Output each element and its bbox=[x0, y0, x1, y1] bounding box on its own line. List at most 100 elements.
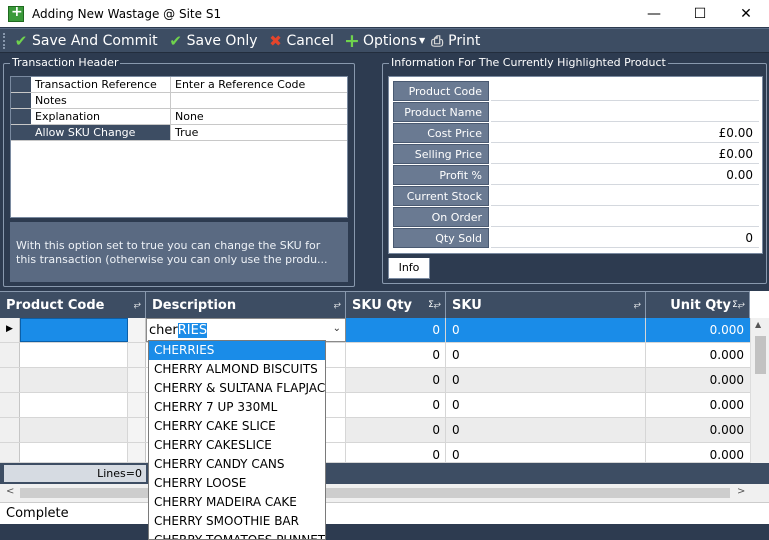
chevron-down-icon[interactable]: ▼ bbox=[419, 36, 425, 45]
scrollbar-thumb[interactable] bbox=[20, 488, 730, 498]
options-label: Options bbox=[362, 32, 417, 49]
info-label: Profit % bbox=[393, 165, 489, 185]
selling-price-value: £0.00 bbox=[491, 144, 759, 164]
info-row: Product Code bbox=[393, 81, 759, 101]
explanation-field[interactable]: None bbox=[171, 109, 347, 124]
product-name-value bbox=[491, 102, 759, 122]
property-row[interactable]: Explanation None bbox=[11, 109, 347, 125]
options-button[interactable]: + Options bbox=[343, 29, 417, 52]
profit-value: 0.00 bbox=[491, 165, 759, 185]
info-row: Cost Price £0.00 bbox=[393, 123, 759, 143]
unit-qty-cell[interactable]: 0.000 bbox=[646, 318, 750, 342]
list-item[interactable]: CHERRY LOOSE bbox=[149, 474, 325, 493]
list-item[interactable]: CHERRY ALMOND BISCUITS bbox=[149, 360, 325, 379]
property-row[interactable]: Transaction Reference Enter a Reference … bbox=[11, 77, 347, 93]
info-row: Profit % 0.00 bbox=[393, 165, 759, 185]
list-item[interactable]: CHERRY CANDY CANS bbox=[149, 455, 325, 474]
maximize-button[interactable]: ☐ bbox=[677, 0, 723, 27]
description-combo-input[interactable]: cher RIES ⌄ bbox=[146, 318, 346, 342]
minimize-button[interactable]: — bbox=[631, 0, 677, 27]
pin-icon[interactable]: ⥂ bbox=[134, 292, 141, 318]
info-label: Current Stock bbox=[393, 186, 489, 206]
vertical-scrollbar[interactable]: ▲ bbox=[750, 318, 769, 464]
list-item[interactable]: CHERRY 7 UP 330ML bbox=[149, 398, 325, 417]
check-icon: ✔ bbox=[14, 31, 28, 50]
chevron-down-icon[interactable]: ⌄ bbox=[333, 323, 341, 334]
tab-info[interactable]: Info bbox=[388, 258, 430, 279]
property-label: Allow SKU Change bbox=[31, 125, 171, 140]
table-row[interactable]: 0 0 0.000 bbox=[0, 393, 769, 418]
print-button[interactable]: ⎙ Print bbox=[429, 31, 481, 50]
scroll-right-icon[interactable]: > bbox=[737, 486, 745, 497]
column-header-product-code[interactable]: Product Code ⥂ bbox=[0, 291, 146, 318]
list-item[interactable]: CHERRY CAKESLICE bbox=[149, 436, 325, 455]
cancel-button[interactable]: ✖ Cancel bbox=[268, 32, 334, 50]
pin-icon[interactable]: ⥂ bbox=[334, 292, 341, 318]
scroll-left-icon[interactable]: < bbox=[6, 486, 14, 497]
transaction-header-title: Transaction Header bbox=[10, 56, 121, 69]
product-code-value bbox=[491, 81, 759, 101]
toolbar: ✔ Save And Commit ✔ Save Only ✖ Cancel +… bbox=[0, 28, 769, 53]
current-stock-value bbox=[491, 186, 759, 206]
autocomplete-text: RIES bbox=[177, 322, 208, 338]
list-item[interactable]: CHERRY MADEIRA CAKE bbox=[149, 493, 325, 512]
table-row[interactable]: 0 0 0.000 bbox=[0, 418, 769, 443]
sku-qty-cell[interactable]: 0 bbox=[346, 318, 446, 342]
info-row: Selling Price £0.00 bbox=[393, 144, 759, 164]
check-icon: ✔ bbox=[169, 31, 182, 50]
lines-count: Lines=0 bbox=[4, 465, 146, 482]
table-row[interactable]: 0 0 0.000 bbox=[0, 443, 769, 463]
scrollbar-thumb[interactable] bbox=[755, 336, 766, 374]
column-header-description[interactable]: Description ⥂ bbox=[146, 291, 346, 318]
property-label: Transaction Reference bbox=[31, 77, 171, 92]
horizontal-scrollbar[interactable]: < > bbox=[0, 484, 769, 502]
save-and-commit-button[interactable]: ✔ Save And Commit bbox=[13, 31, 158, 50]
title-bar: Adding New Wastage @ Site S1 — ☐ ✕ bbox=[0, 0, 769, 27]
close-button[interactable]: ✕ bbox=[723, 0, 769, 27]
row-indicator[interactable] bbox=[0, 318, 20, 342]
status-text: Complete bbox=[6, 506, 69, 521]
property-help-text: With this option set to true you can cha… bbox=[10, 222, 348, 282]
info-row: Current Stock bbox=[393, 186, 759, 206]
print-label: Print bbox=[448, 32, 481, 49]
property-row[interactable]: Allow SKU Change True bbox=[11, 125, 347, 141]
info-label: Cost Price bbox=[393, 123, 489, 143]
sku-cell[interactable]: 0 bbox=[446, 318, 646, 342]
description-dropdown-list[interactable]: CHERRIES CHERRY ALMOND BISCUITS CHERRY &… bbox=[148, 340, 326, 540]
product-info-title: Information For The Currently Highlighte… bbox=[389, 56, 668, 69]
scroll-up-icon[interactable]: ▲ bbox=[755, 320, 761, 329]
column-header-sku[interactable]: SKU ⥂ bbox=[446, 291, 646, 318]
property-label: Explanation bbox=[31, 109, 171, 124]
column-header-sku-qty[interactable]: SKU Qty Σ⥂ bbox=[346, 291, 446, 318]
app-icon bbox=[8, 4, 24, 22]
save-only-button[interactable]: ✔ Save Only bbox=[168, 31, 257, 50]
table-row[interactable]: 0 0 0.000 bbox=[0, 343, 769, 368]
sum-icon[interactable]: Σ⥂ bbox=[428, 292, 441, 318]
list-item[interactable]: CHERRY SMOOTHIE BAR bbox=[149, 512, 325, 531]
printer-icon: ⎙ bbox=[431, 31, 444, 50]
product-code-cell[interactable] bbox=[20, 318, 128, 342]
column-header-unit-qty[interactable]: Unit Qty Σ⥂ bbox=[646, 291, 750, 318]
table-row[interactable]: 0 0 0.000 bbox=[0, 368, 769, 393]
list-item[interactable]: CHERRY CAKE SLICE bbox=[149, 417, 325, 436]
info-label: Selling Price bbox=[393, 144, 489, 164]
list-item[interactable]: CHERRY TOMATOES PUNNET OF bbox=[149, 531, 325, 539]
toolbar-grip[interactable] bbox=[3, 32, 7, 49]
window-title: Adding New Wastage @ Site S1 bbox=[32, 6, 222, 21]
cancel-label: Cancel bbox=[286, 32, 334, 49]
notes-field[interactable] bbox=[171, 93, 347, 108]
allow-sku-change-field[interactable]: True bbox=[171, 125, 347, 140]
list-item[interactable]: CHERRIES bbox=[149, 341, 325, 360]
list-item[interactable]: CHERRY & SULTANA FLAPJACK bbox=[149, 379, 325, 398]
pin-icon[interactable]: ⥂ bbox=[634, 292, 641, 318]
product-info-panel: Product Code Product Name Cost Price £0.0… bbox=[388, 76, 763, 254]
sum-icon[interactable]: Σ⥂ bbox=[732, 292, 745, 318]
info-label: On Order bbox=[393, 207, 489, 227]
transaction-reference-field[interactable]: Enter a Reference Code bbox=[171, 77, 347, 92]
save-and-commit-label: Save And Commit bbox=[32, 32, 158, 49]
property-row[interactable]: Notes bbox=[11, 93, 347, 109]
table-row[interactable]: cherRIES ⌄ 0 0 0.000 bbox=[0, 318, 769, 343]
info-label: Product Code bbox=[393, 81, 489, 101]
plus-icon: + bbox=[343, 29, 360, 52]
info-label: Qty Sold bbox=[393, 228, 489, 248]
